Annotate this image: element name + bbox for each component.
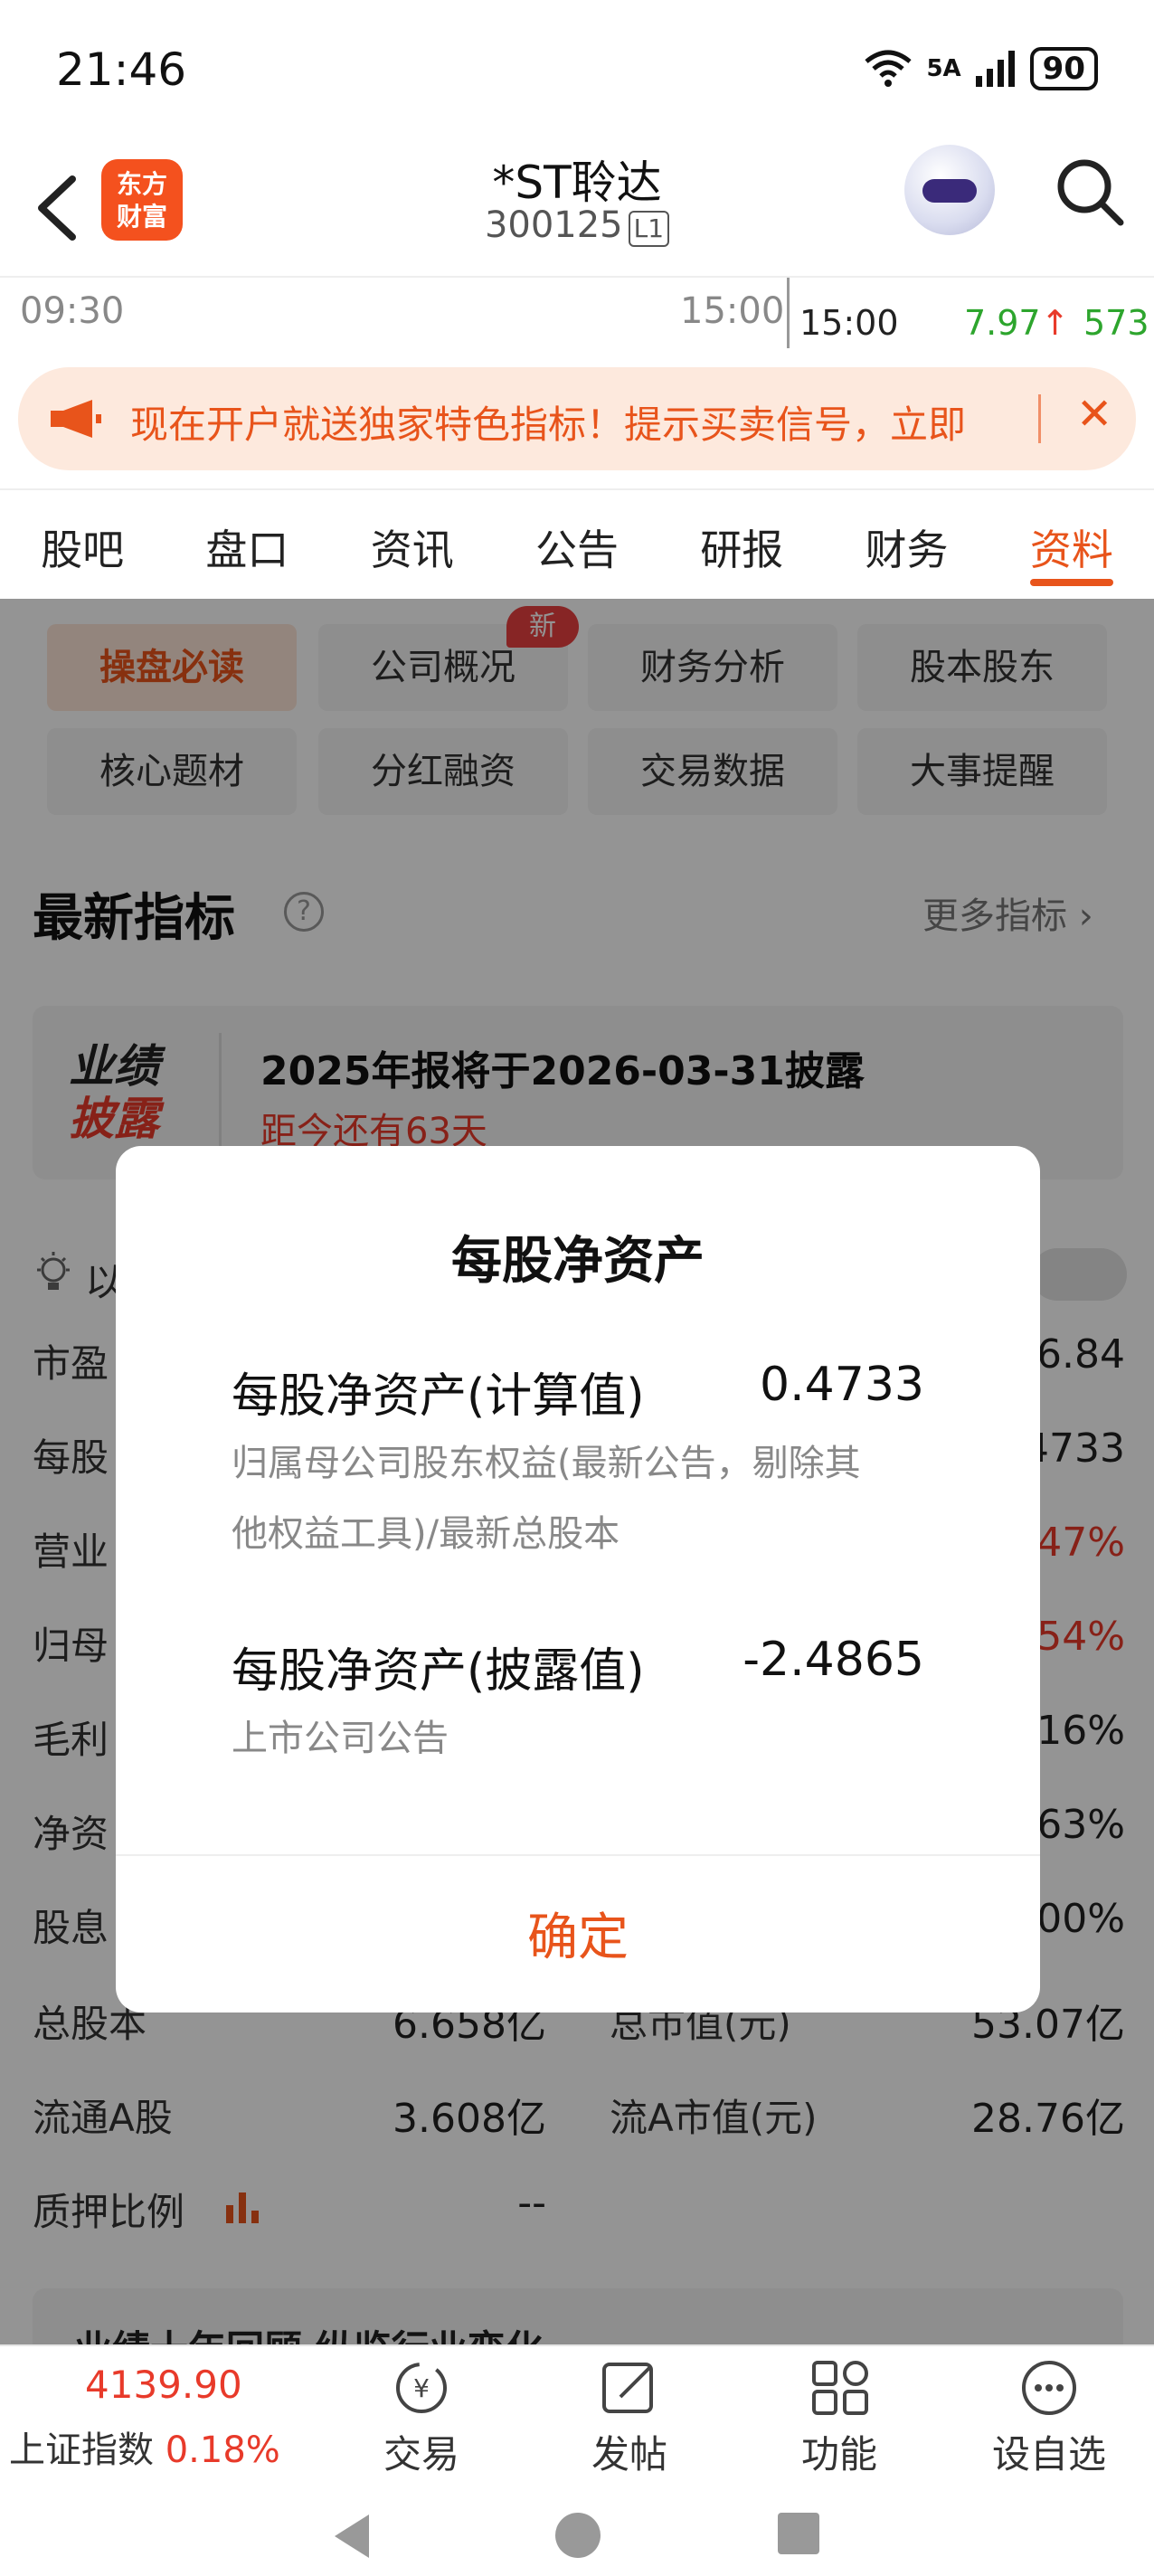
dialog-divider: [116, 1854, 1040, 1856]
functions-button[interactable]: 功能: [767, 2359, 912, 2479]
stock-header: 东方 财富 *ST聆达 300125 L1: [0, 136, 1154, 276]
dialog-title: 每股净资产: [451, 1232, 705, 1291]
tab-guba[interactable]: 股吧: [0, 490, 165, 599]
tick-time: 15:00: [799, 303, 899, 343]
battery-icon: 90: [1029, 47, 1098, 90]
tab-announcements[interactable]: 公告: [495, 490, 659, 599]
confirm-button[interactable]: 确定: [116, 1897, 1040, 1970]
tab-research[interactable]: 研报: [659, 490, 824, 599]
nav-recent-icon[interactable]: [776, 2511, 821, 2556]
more-dots-icon: [1022, 2361, 1076, 2415]
bvps-disclosed-value: -2.4865: [743, 1633, 924, 1687]
bvps-dialog: 每股净资产 每股净资产(计算值) 0.4733 归属母公司股东权益(最新公告，剔…: [116, 1146, 1040, 2012]
svg-text:¥: ¥: [413, 2373, 430, 2403]
grid-icon: [812, 2361, 868, 2415]
trade-button[interactable]: ¥ 交易: [349, 2359, 494, 2479]
tick-price: 7.97↑: [964, 303, 1070, 343]
promo-text: 现在开户就送独家特色指标！提示买卖信号，立即: [130, 402, 967, 447]
tab-pankou[interactable]: 盘口: [165, 490, 329, 599]
signal-icon: [975, 51, 1015, 87]
tab-finance[interactable]: 财务: [824, 490, 988, 599]
add-watchlist-label: 设自选: [991, 2432, 1106, 2477]
nav-back-icon[interactable]: [329, 2511, 374, 2562]
search-icon[interactable]: [1054, 156, 1126, 228]
chart-start-time: 09:30: [20, 290, 125, 332]
bvps-calculated-desc-2: 他权益工具)/最新总股本: [232, 1513, 620, 1555]
promo-divider: [1038, 394, 1041, 443]
promo-banner[interactable]: 现在开户就送独家特色指标！提示买卖信号，立即 ✕: [18, 367, 1136, 470]
bvps-disclosed-desc: 上市公司公告: [232, 1718, 449, 1759]
bvps-calculated-desc-1: 归属母公司股东权益(最新公告，剔除其: [232, 1443, 861, 1484]
stock-code: 300125: [484, 204, 623, 246]
level-badge: L1: [628, 211, 670, 247]
edit-icon: [602, 2363, 653, 2413]
status-time: 21:46: [56, 43, 187, 96]
close-icon[interactable]: ✕: [1076, 389, 1112, 440]
index-name: 上证指数: [9, 2429, 154, 2471]
status-icons: 5A 90: [863, 47, 1098, 90]
nav-home-icon[interactable]: [553, 2511, 602, 2560]
chart-end-time: 15:00: [680, 290, 785, 332]
index-value[interactable]: 4139.90: [85, 2363, 242, 2407]
add-watchlist-button[interactable]: 设自选: [977, 2359, 1121, 2479]
chart-divider: [787, 278, 790, 348]
tick-volume: 573: [1083, 303, 1149, 343]
tab-profile[interactable]: 资料: [989, 490, 1154, 599]
network-label: 5A: [926, 55, 961, 82]
index-name-line[interactable]: 上证指数 0.18%: [9, 2420, 280, 2473]
main-tabs: 股吧 盘口 资讯 公告 研报 财务 资料: [0, 488, 1154, 599]
post-label: 发帖: [591, 2432, 667, 2477]
assistant-robot-icon[interactable]: [904, 145, 995, 235]
trade-icon: ¥: [396, 2363, 447, 2413]
app-root: 21:46 5A 90 东方 财富 *ST聆达 300125 L1 09:30 …: [0, 0, 1154, 2576]
index-change: 0.18%: [165, 2429, 280, 2471]
status-bar: 21:46 5A 90: [0, 0, 1154, 136]
trade-label: 交易: [383, 2432, 459, 2477]
tab-news[interactable]: 资讯: [330, 490, 495, 599]
bvps-calculated-value: 0.4733: [760, 1358, 924, 1412]
post-button[interactable]: 发帖: [557, 2359, 702, 2479]
functions-label: 功能: [800, 2432, 877, 2477]
bvps-calculated-label: 每股净资产(计算值): [232, 1369, 645, 1424]
megaphone-icon: [51, 400, 101, 438]
intraday-chart-strip[interactable]: 09:30 15:00 15:00 7.97↑ 573: [0, 276, 1154, 348]
bvps-disclosed-label: 每股净资产(披露值): [232, 1644, 645, 1699]
wifi-icon: [865, 50, 913, 87]
